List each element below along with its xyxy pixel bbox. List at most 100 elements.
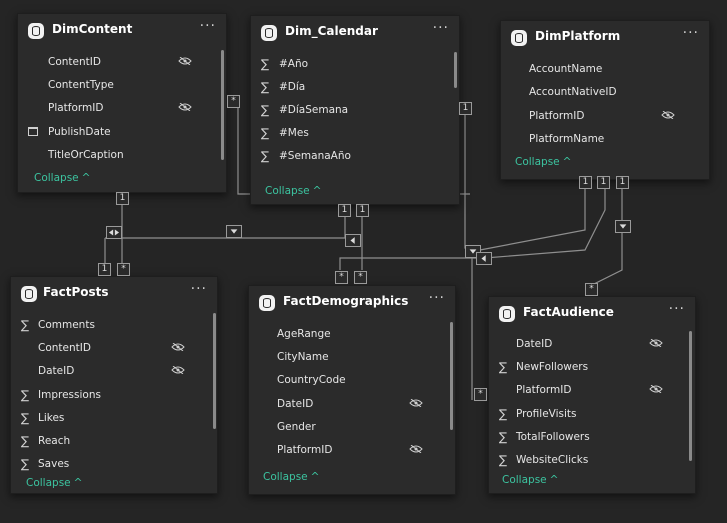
field-row[interactable]: ∑ #SemanaAño bbox=[251, 145, 447, 168]
field-row[interactable]: DateID bbox=[489, 333, 683, 356]
field-row[interactable]: ContentID bbox=[11, 337, 205, 360]
table-header[interactable]: DimContent ··· bbox=[18, 14, 226, 48]
field-row[interactable]: CityName bbox=[249, 346, 443, 369]
table-title: FactDemographics bbox=[283, 294, 409, 308]
table-dimplatform[interactable]: DimPlatform ··· AccountName AccountNativ… bbox=[500, 20, 710, 180]
field-name: DateID bbox=[516, 338, 553, 350]
cardinality-many-marker: * bbox=[474, 388, 487, 401]
database-icon bbox=[21, 286, 37, 302]
field-row[interactable]: AccountNativeID bbox=[501, 81, 697, 104]
hidden-eye-icon bbox=[409, 445, 423, 453]
field-name: Gender bbox=[277, 421, 316, 433]
collapse-button[interactable]: Collapse ^ bbox=[26, 477, 82, 489]
scrollbar[interactable] bbox=[450, 322, 453, 430]
table-title: DimContent bbox=[52, 22, 133, 36]
calendar-icon bbox=[28, 127, 38, 136]
more-options-button[interactable]: ··· bbox=[191, 281, 207, 297]
field-name: CountryCode bbox=[277, 374, 346, 386]
field-row[interactable]: ∑ #Mes bbox=[251, 122, 447, 145]
field-row[interactable]: ∑ #Día bbox=[251, 76, 447, 99]
database-icon bbox=[511, 30, 527, 46]
cardinality-many-marker: * bbox=[117, 263, 130, 276]
field-row[interactable]: ∑ WebsiteClicks bbox=[489, 449, 683, 472]
field-row[interactable]: ∑ Likes bbox=[11, 407, 205, 430]
field-row[interactable]: ∑ Reach bbox=[11, 430, 205, 453]
sigma-icon: ∑ bbox=[20, 457, 30, 471]
chevron-up-icon: ^ bbox=[549, 474, 559, 486]
hidden-eye-icon bbox=[178, 57, 192, 65]
field-name: AccountNativeID bbox=[529, 86, 617, 98]
table-factdemographics[interactable]: FactDemographics ··· AgeRange CityName C… bbox=[248, 285, 456, 495]
field-row[interactable]: ∑ NewFollowers bbox=[489, 356, 683, 379]
scrollbar[interactable] bbox=[213, 313, 216, 429]
chevron-up-icon: ^ bbox=[81, 172, 91, 184]
field-row[interactable]: ContentID bbox=[18, 51, 214, 74]
table-header[interactable]: FactDemographics ··· bbox=[249, 286, 455, 320]
field-name: Comments bbox=[38, 319, 95, 331]
field-name: Reach bbox=[38, 435, 71, 447]
table-header[interactable]: DimPlatform ··· bbox=[501, 21, 709, 55]
field-row[interactable]: TitleOrCaption bbox=[18, 144, 214, 167]
collapse-button[interactable]: Collapse ^ bbox=[515, 156, 571, 168]
field-row[interactable]: DateID bbox=[11, 360, 205, 383]
field-name: AgeRange bbox=[277, 328, 331, 340]
field-row[interactable]: ∑ Impressions bbox=[11, 384, 205, 407]
table-factposts[interactable]: FactPosts ··· ∑ Comments ContentID DateI… bbox=[10, 276, 218, 494]
field-row[interactable]: CountryCode bbox=[249, 369, 443, 392]
field-row[interactable]: PlatformID bbox=[249, 439, 443, 462]
more-options-button[interactable]: ··· bbox=[433, 20, 449, 36]
field-row[interactable]: ∑ #DíaSemana bbox=[251, 99, 447, 122]
table-dimcontent[interactable]: DimContent ··· ContentID ContentType Pla… bbox=[17, 13, 227, 193]
more-options-button[interactable]: ··· bbox=[200, 18, 216, 34]
more-options-button[interactable]: ··· bbox=[683, 25, 699, 41]
table-dim-calendar[interactable]: Dim_Calendar ··· ∑ #Año ∑ #Día ∑ #DíaSem… bbox=[250, 15, 460, 205]
scrollbar[interactable] bbox=[454, 52, 457, 88]
field-row[interactable]: PlatformID bbox=[501, 105, 697, 128]
field-name: ProfileVisits bbox=[516, 408, 577, 420]
field-row[interactable]: DateID bbox=[249, 393, 443, 416]
field-name: #Día bbox=[279, 81, 306, 93]
table-header[interactable]: FactAudience ··· bbox=[489, 297, 695, 331]
field-row[interactable]: ∑ Comments bbox=[11, 314, 205, 337]
field-row[interactable]: ∑ TotalFollowers bbox=[489, 426, 683, 449]
collapse-button[interactable]: Collapse ^ bbox=[263, 471, 319, 483]
more-options-button[interactable]: ··· bbox=[429, 290, 445, 306]
field-name: PlatformID bbox=[277, 444, 333, 456]
sigma-icon: ∑ bbox=[498, 360, 508, 374]
arrow-down-icon bbox=[226, 225, 242, 238]
chevron-up-icon: ^ bbox=[312, 185, 322, 197]
hidden-eye-icon bbox=[178, 103, 192, 111]
field-row[interactable]: Gender bbox=[249, 416, 443, 439]
field-row[interactable]: PlatformID bbox=[489, 379, 683, 402]
sigma-icon: ∑ bbox=[260, 57, 270, 71]
field-row[interactable]: ∑ ProfileVisits bbox=[489, 403, 683, 426]
table-factaudience[interactable]: FactAudience ··· DateID ∑ NewFollowers P… bbox=[488, 296, 696, 494]
table-header[interactable]: FactPosts ··· bbox=[11, 277, 217, 311]
more-options-button[interactable]: ··· bbox=[669, 301, 685, 317]
cardinality-many-marker: * bbox=[227, 95, 240, 108]
database-icon bbox=[259, 295, 275, 311]
hidden-eye-icon bbox=[661, 111, 675, 119]
cardinality-one-marker: 1 bbox=[116, 192, 129, 205]
field-row[interactable]: PlatformName bbox=[501, 128, 697, 151]
scrollbar[interactable] bbox=[221, 50, 224, 160]
sigma-icon: ∑ bbox=[20, 411, 30, 425]
field-row[interactable]: ContentType bbox=[18, 74, 214, 97]
database-icon bbox=[261, 25, 277, 41]
field-row[interactable]: ∑ #Año bbox=[251, 53, 447, 76]
field-row[interactable]: PublishDate bbox=[18, 121, 214, 144]
collapse-button[interactable]: Collapse ^ bbox=[34, 172, 90, 184]
field-name: DateID bbox=[277, 398, 314, 410]
table-header[interactable]: Dim_Calendar ··· bbox=[251, 16, 459, 50]
collapse-button[interactable]: Collapse ^ bbox=[265, 185, 321, 197]
field-name: AccountName bbox=[529, 63, 603, 75]
field-row[interactable]: AccountName bbox=[501, 58, 697, 81]
cardinality-many-marker: * bbox=[335, 271, 348, 284]
field-name: NewFollowers bbox=[516, 361, 589, 373]
field-row[interactable]: AgeRange bbox=[249, 323, 443, 346]
field-row[interactable]: ∑ Saves bbox=[11, 453, 205, 476]
field-row[interactable]: PlatformID bbox=[18, 97, 214, 120]
field-name: PlatformID bbox=[516, 384, 572, 396]
collapse-button[interactable]: Collapse ^ bbox=[502, 474, 558, 486]
scrollbar[interactable] bbox=[689, 331, 692, 461]
